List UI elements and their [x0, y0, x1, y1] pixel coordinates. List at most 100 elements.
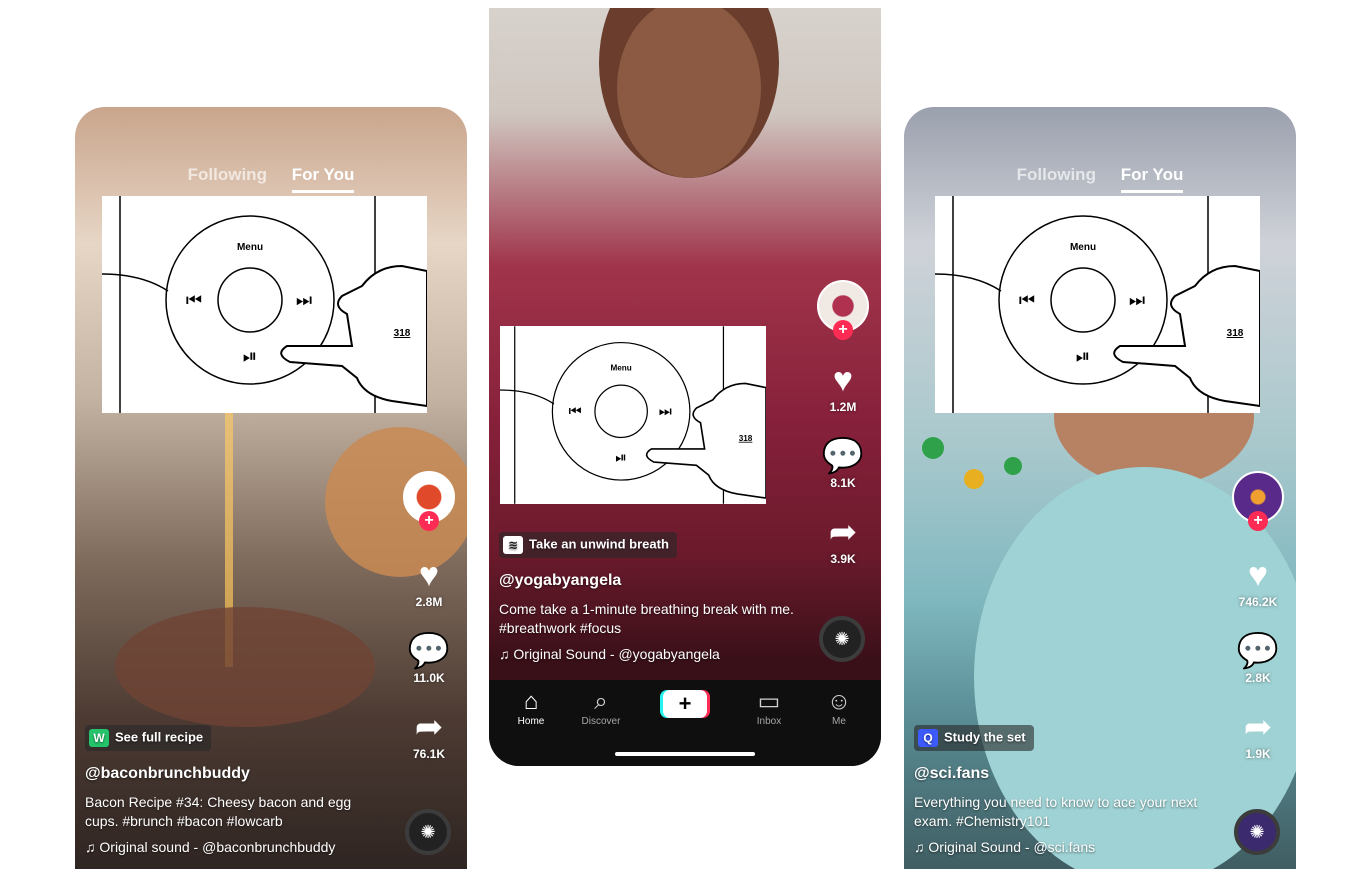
comment-button[interactable]: 💬 2.8K — [1230, 633, 1286, 685]
patent-menu-label: Menu — [610, 363, 631, 372]
sound-label: Original Sound - @yogabyangela — [513, 646, 720, 662]
comment-icon: 💬 — [407, 632, 451, 670]
tab-label: Inbox — [756, 716, 782, 727]
tab-for-you[interactable]: For You — [1120, 165, 1184, 193]
create-button[interactable]: + — [663, 690, 707, 718]
phone-screen-right: Following For You Menu ⏮ ⏭ ⏯ 318 + ♥ 746… — [904, 107, 1296, 869]
heart-icon: ♥ — [418, 556, 440, 594]
feed-tabs: Following For You — [75, 165, 467, 193]
chip-label: Take an unwind breath — [529, 536, 669, 552]
share-icon: ➦ — [828, 513, 858, 551]
video-description: Come take a 1-minute breathing break wit… — [499, 601, 794, 636]
share-button[interactable]: ➦ 1.9K — [1230, 709, 1286, 761]
tab-inbox[interactable]: ▭ Inbox — [739, 688, 799, 727]
tab-for-you[interactable]: For You — [291, 165, 355, 193]
tab-discover[interactable]: ⌕ Discover — [571, 688, 631, 727]
patent-reference-number: 318 — [1227, 328, 1244, 339]
svg-text:⏯: ⏯ — [615, 449, 627, 466]
quiz-icon: Q — [918, 729, 938, 747]
follow-plus-icon[interactable]: + — [1248, 511, 1268, 531]
sound-disc[interactable]: ✺ — [405, 809, 451, 855]
music-note-icon: ♫ — [85, 839, 100, 855]
patent-reference-number: 318 — [739, 434, 753, 443]
recipe-chip[interactable]: W See full recipe — [85, 725, 212, 751]
video-description: Everything you need to know to ace your … — [914, 794, 1198, 829]
molecule-atom — [964, 469, 984, 489]
phone-screen-middle: Menu ⏮ ⏭ ⏯ 318 + ♥ 1.2M 💬 8.1K ➦ 3.9K ≋ T… — [489, 8, 881, 766]
recipe-icon: W — [89, 729, 109, 747]
share-count: 1.9K — [1245, 747, 1271, 761]
avatar[interactable]: + — [817, 280, 869, 340]
tab-label: Discover — [581, 716, 621, 727]
wind-icon: ≋ — [503, 536, 523, 554]
home-icon: ⌂ — [523, 688, 539, 715]
heart-icon: ♥ — [1247, 556, 1269, 594]
molecule-atom — [1004, 457, 1022, 475]
share-button[interactable]: ➦ 3.9K — [815, 514, 871, 566]
follow-plus-icon[interactable]: + — [419, 511, 439, 531]
music-note-icon: ♫ — [914, 839, 929, 855]
search-icon: ⌕ — [594, 688, 608, 715]
tab-home[interactable]: ⌂ Home — [501, 688, 561, 727]
patent-drawing-overlay: Menu ⏮ ⏭ ⏯ 318 — [102, 196, 427, 413]
music-note-icon: ♫ — [499, 646, 514, 662]
like-count: 2.8M — [415, 595, 443, 609]
click-wheel-drawing: Menu ⏮ ⏭ ⏯ 318 — [935, 196, 1260, 413]
avatar[interactable]: + — [1232, 471, 1284, 531]
sound-disc[interactable]: ✺ — [819, 616, 865, 662]
creator-username[interactable]: @yogabyangela — [499, 572, 801, 590]
sound-label: Original Sound - @sci.fans — [928, 839, 1096, 855]
creator-username[interactable]: @baconbrunchbuddy — [85, 765, 387, 783]
action-rail: + ♥ 2.8M 💬 11.0K ➦ 76.1K — [401, 471, 457, 761]
patent-drawing-overlay: Menu ⏮ ⏭ ⏯ 318 — [500, 326, 766, 504]
feed-tabs: Following For You — [904, 165, 1296, 193]
video-caption: ≋ Take an unwind breath @yogabyangela Com… — [499, 532, 801, 662]
heart-icon: ♥ — [832, 361, 854, 399]
svg-text:⏭: ⏭ — [1129, 290, 1145, 311]
svg-text:⏭: ⏭ — [659, 403, 673, 420]
tab-following[interactable]: Following — [188, 165, 267, 184]
molecule-atom — [922, 437, 944, 459]
comment-count: 2.8K — [1245, 671, 1271, 685]
svg-text:⏭: ⏭ — [296, 290, 312, 311]
share-count: 76.1K — [412, 747, 446, 761]
video-caption: W See full recipe @baconbrunchbuddy Bacon… — [85, 725, 387, 855]
comment-icon: 💬 — [1236, 632, 1280, 670]
tab-following[interactable]: Following — [1017, 165, 1096, 184]
sound-link[interactable]: ♫ Original Sound - @sci.fans — [914, 839, 1216, 855]
avatar[interactable]: + — [403, 471, 455, 531]
disc-icon: ✺ — [834, 629, 850, 649]
bacon-cup — [115, 607, 375, 727]
creator-username[interactable]: @sci.fans — [914, 765, 1216, 783]
sound-link[interactable]: ♫ Original Sound - @yogabyangela — [499, 646, 801, 662]
share-icon: ➦ — [1243, 708, 1273, 746]
comment-button[interactable]: 💬 11.0K — [401, 633, 457, 685]
like-button[interactable]: ♥ 746.2K — [1230, 557, 1286, 609]
sound-label: Original sound - @baconbrunchbuddy — [99, 839, 336, 855]
sound-link[interactable]: ♫ Original sound - @baconbrunchbuddy — [85, 839, 387, 855]
bottom-nav: ⌂ Home ⌕ Discover + ▭ Inbox ☺ Me — [489, 680, 881, 766]
breath-chip[interactable]: ≋ Take an unwind breath — [499, 532, 677, 558]
chip-label: See full recipe — [115, 729, 204, 745]
phone-screen-left: Following For You Menu ⏮ ⏭ ⏯ 318 + ♥ 2.8… — [75, 107, 467, 869]
share-button[interactable]: ➦ 76.1K — [401, 709, 457, 761]
tab-label: Me — [832, 716, 846, 727]
inbox-icon: ▭ — [757, 688, 781, 715]
comment-button[interactable]: 💬 8.1K — [815, 438, 871, 490]
action-rail: + ♥ 1.2M 💬 8.1K ➦ 3.9K — [815, 280, 871, 566]
like-button[interactable]: ♥ 1.2M — [815, 362, 871, 414]
share-count: 3.9K — [830, 552, 856, 566]
share-icon: ➦ — [414, 708, 444, 746]
svg-text:⏮: ⏮ — [569, 403, 582, 420]
comment-count: 11.0K — [413, 671, 445, 685]
comment-icon: 💬 — [821, 437, 865, 475]
svg-text:⏮: ⏮ — [1019, 290, 1035, 311]
tab-me[interactable]: ☺ Me — [809, 688, 869, 727]
sound-disc[interactable]: ✺ — [1234, 809, 1280, 855]
follow-plus-icon[interactable]: + — [833, 320, 853, 340]
svg-text:⏯: ⏯ — [243, 346, 257, 367]
like-button[interactable]: ♥ 2.8M — [401, 557, 457, 609]
action-rail: + ♥ 746.2K 💬 2.8K ➦ 1.9K — [1230, 471, 1286, 761]
home-indicator — [615, 752, 755, 756]
study-chip[interactable]: Q Study the set — [914, 725, 1034, 751]
